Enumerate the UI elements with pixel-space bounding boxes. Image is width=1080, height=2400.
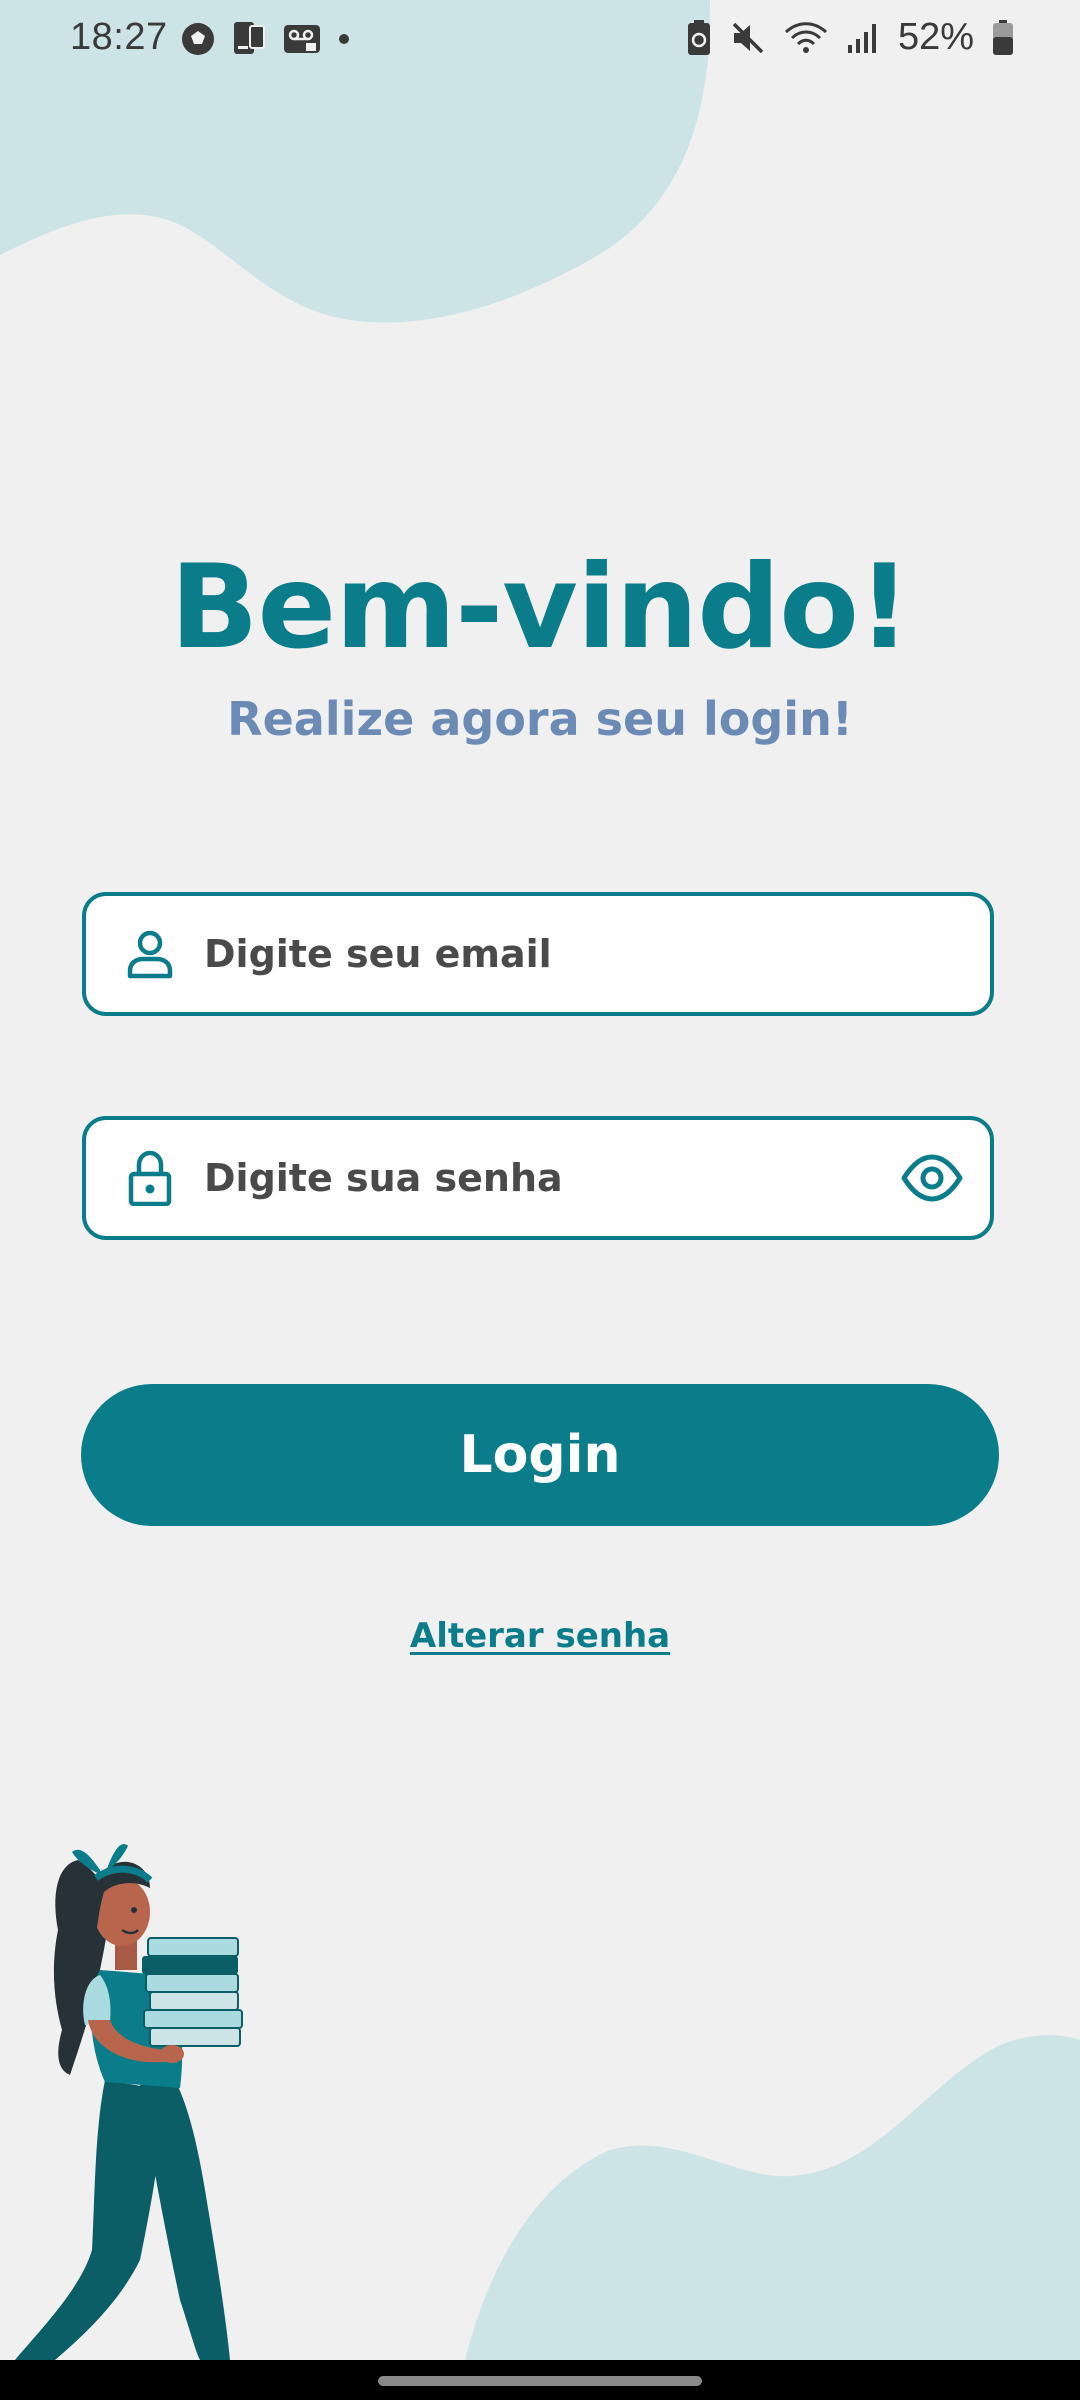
- soccer-ball-icon: [182, 23, 214, 55]
- status-right: 52%: [686, 16, 1014, 59]
- mute-icon: [732, 22, 764, 53]
- dot-icon: [339, 34, 349, 44]
- page-title: Bem-vindo!: [170, 540, 911, 675]
- password-input[interactable]: [204, 1120, 904, 1236]
- battery-icon: [993, 19, 1013, 55]
- lock-icon: [128, 1150, 172, 1206]
- login-screen: 18:27 52% Bem-vindo! Realize agora seu l…: [0, 0, 1080, 2400]
- status-left-icons: [180, 20, 352, 58]
- status-time: 18:27: [70, 16, 168, 58]
- status-bar: 18:27 52%: [0, 0, 1080, 80]
- phone-sync-icon: [234, 22, 265, 54]
- signal-icon: [847, 23, 876, 53]
- password-field[interactable]: [82, 1116, 994, 1240]
- home-gesture-handle[interactable]: [378, 2376, 702, 2386]
- change-password-link[interactable]: Alterar senha: [0, 1616, 1080, 1656]
- wifi-icon: [784, 21, 827, 53]
- email-field[interactable]: [82, 892, 994, 1016]
- battery-saver-icon: [687, 19, 710, 55]
- page-subtitle: Realize agora seu login!: [227, 692, 853, 746]
- eye-icon[interactable]: [900, 1148, 964, 1208]
- login-button[interactable]: Login: [81, 1384, 999, 1526]
- email-input[interactable]: [204, 896, 904, 1012]
- battery-percent: 52%: [897, 16, 974, 58]
- woman-with-books-illustration: [15, 1844, 243, 2360]
- user-icon: [127, 930, 173, 979]
- navigation-bar: [0, 2360, 1080, 2400]
- voicemail-icon: [284, 25, 320, 53]
